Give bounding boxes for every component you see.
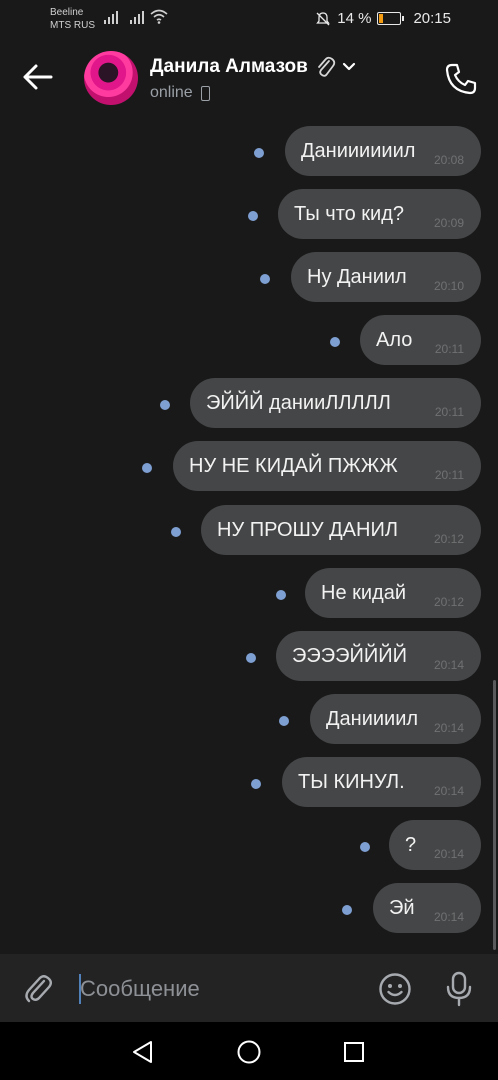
message-bubble[interactable]: НУ ПРОШУ ДАНИЛ 20:12 bbox=[201, 505, 481, 555]
nav-back-icon[interactable] bbox=[130, 1039, 156, 1065]
microphone-icon[interactable] bbox=[444, 971, 474, 1007]
carrier-2: MTS RUS bbox=[50, 20, 95, 31]
message-time: 20:11 bbox=[434, 468, 464, 482]
sticker-icon[interactable] bbox=[378, 972, 412, 1006]
message-time: 20:11 bbox=[434, 342, 464, 356]
message-text: НУ ПРОШУ ДАНИЛ bbox=[217, 519, 398, 541]
nav-recents-icon[interactable] bbox=[341, 1039, 367, 1065]
system-nav-bar bbox=[0, 1022, 498, 1080]
message-input[interactable]: Сообщение bbox=[80, 976, 200, 1002]
message-time: 20:09 bbox=[433, 216, 464, 230]
message-bubble[interactable]: Эй 20:14 bbox=[373, 883, 481, 933]
message-time: 20:14 bbox=[433, 658, 464, 672]
phone-icon[interactable] bbox=[444, 62, 478, 96]
message-time: 20:12 bbox=[433, 532, 464, 546]
message-time: 20:14 bbox=[433, 721, 464, 735]
message-text: Ты что кид? bbox=[294, 203, 405, 225]
avatar[interactable] bbox=[84, 51, 138, 105]
message-bubble[interactable]: НУ НЕ КИДАЙ ПЖЖЖ 20:11 bbox=[173, 441, 481, 491]
signal-icon bbox=[104, 10, 118, 24]
unread-dot bbox=[276, 590, 286, 600]
message-bubble[interactable]: Даниииил 20:14 bbox=[310, 694, 481, 744]
contact-name: Данила Алмазов bbox=[150, 56, 308, 77]
message-bubble[interactable]: ТЫ КИНУЛ. 20:14 bbox=[282, 757, 481, 807]
unread-dot bbox=[248, 211, 258, 221]
unread-dot bbox=[142, 463, 152, 473]
unread-dot bbox=[171, 527, 181, 537]
chat-header: Данила Алмазов online bbox=[0, 40, 498, 114]
message-text: Эй bbox=[389, 897, 415, 919]
carrier-1: Beeline bbox=[50, 7, 84, 18]
message-text: ЭЙЙЙ данииЛЛЛЛЛ bbox=[206, 392, 391, 414]
message-text: Ну Даниил bbox=[307, 266, 407, 288]
unread-dot bbox=[279, 716, 289, 726]
unread-dot bbox=[260, 274, 270, 284]
chevron-down-icon[interactable] bbox=[342, 62, 356, 72]
message-time: 20:08 bbox=[433, 153, 464, 167]
message-time: 20:14 bbox=[433, 847, 464, 861]
message-bubble[interactable]: Ало 20:11 bbox=[360, 315, 481, 365]
message-text: Не кидай bbox=[321, 582, 407, 604]
status-bar: Beeline MTS RUS 14 % 20:15 bbox=[0, 0, 498, 40]
carrier-info: Beeline MTS RUS bbox=[50, 6, 95, 32]
message-bubble[interactable]: ? 20:14 bbox=[389, 820, 481, 870]
unread-dot bbox=[246, 653, 256, 663]
unread-dot bbox=[254, 148, 264, 158]
unread-dot bbox=[342, 905, 352, 915]
message-bubble[interactable]: ЭЙЙЙ данииЛЛЛЛЛ 20:11 bbox=[190, 378, 481, 428]
message-text: Ало bbox=[376, 329, 413, 351]
message-text: Даниииил bbox=[326, 708, 419, 730]
clock: 20:15 bbox=[413, 10, 451, 27]
unread-dot bbox=[160, 400, 170, 410]
back-arrow-icon[interactable] bbox=[22, 62, 54, 92]
message-time: 20:14 bbox=[433, 784, 464, 798]
message-time: 20:14 bbox=[433, 910, 464, 924]
message-text: Даниииииил bbox=[301, 140, 416, 162]
message-text: ТЫ КИНУЛ. bbox=[298, 771, 405, 793]
message-text: ЭЭЭЭЙЙЙЙ bbox=[292, 645, 407, 667]
scrollbar[interactable] bbox=[493, 680, 496, 950]
status-text: online bbox=[150, 84, 193, 101]
message-time: 20:11 bbox=[434, 405, 464, 419]
message-bubble[interactable]: ЭЭЭЭЙЙЙЙ 20:14 bbox=[276, 631, 481, 681]
nav-home-icon[interactable] bbox=[236, 1039, 262, 1065]
contact-title[interactable]: Данила Алмазов bbox=[150, 55, 356, 79]
signal-icon bbox=[130, 10, 144, 24]
unread-dot bbox=[330, 337, 340, 347]
status-right: 14 % 20:15 bbox=[315, 10, 451, 27]
unread-dot bbox=[251, 779, 261, 789]
message-time: 20:10 bbox=[433, 279, 464, 293]
mobile-icon bbox=[200, 85, 210, 101]
message-bubble[interactable]: Даниииииил 20:08 bbox=[285, 126, 481, 176]
wifi-icon bbox=[150, 9, 168, 24]
contact-status: online bbox=[150, 84, 210, 102]
battery-icon bbox=[377, 12, 405, 25]
message-bubble[interactable]: Не кидай 20:12 bbox=[305, 568, 481, 618]
message-time: 20:12 bbox=[433, 595, 464, 609]
unread-dot bbox=[360, 842, 370, 852]
message-text: НУ НЕ КИДАЙ ПЖЖЖ bbox=[189, 455, 398, 477]
battery-percent: 14 % bbox=[337, 10, 372, 27]
mute-icon bbox=[316, 11, 331, 25]
paperclip-icon bbox=[317, 56, 335, 77]
message-composer: Сообщение bbox=[0, 954, 498, 1022]
attach-icon[interactable] bbox=[22, 972, 56, 1006]
message-bubble[interactable]: Ну Даниил 20:10 bbox=[291, 252, 481, 302]
message-text: ? bbox=[405, 834, 417, 856]
message-bubble[interactable]: Ты что кид? 20:09 bbox=[278, 189, 481, 239]
message-list[interactable]: Даниииииил 20:08 Ты что кид? 20:09 Ну Да… bbox=[0, 114, 498, 954]
